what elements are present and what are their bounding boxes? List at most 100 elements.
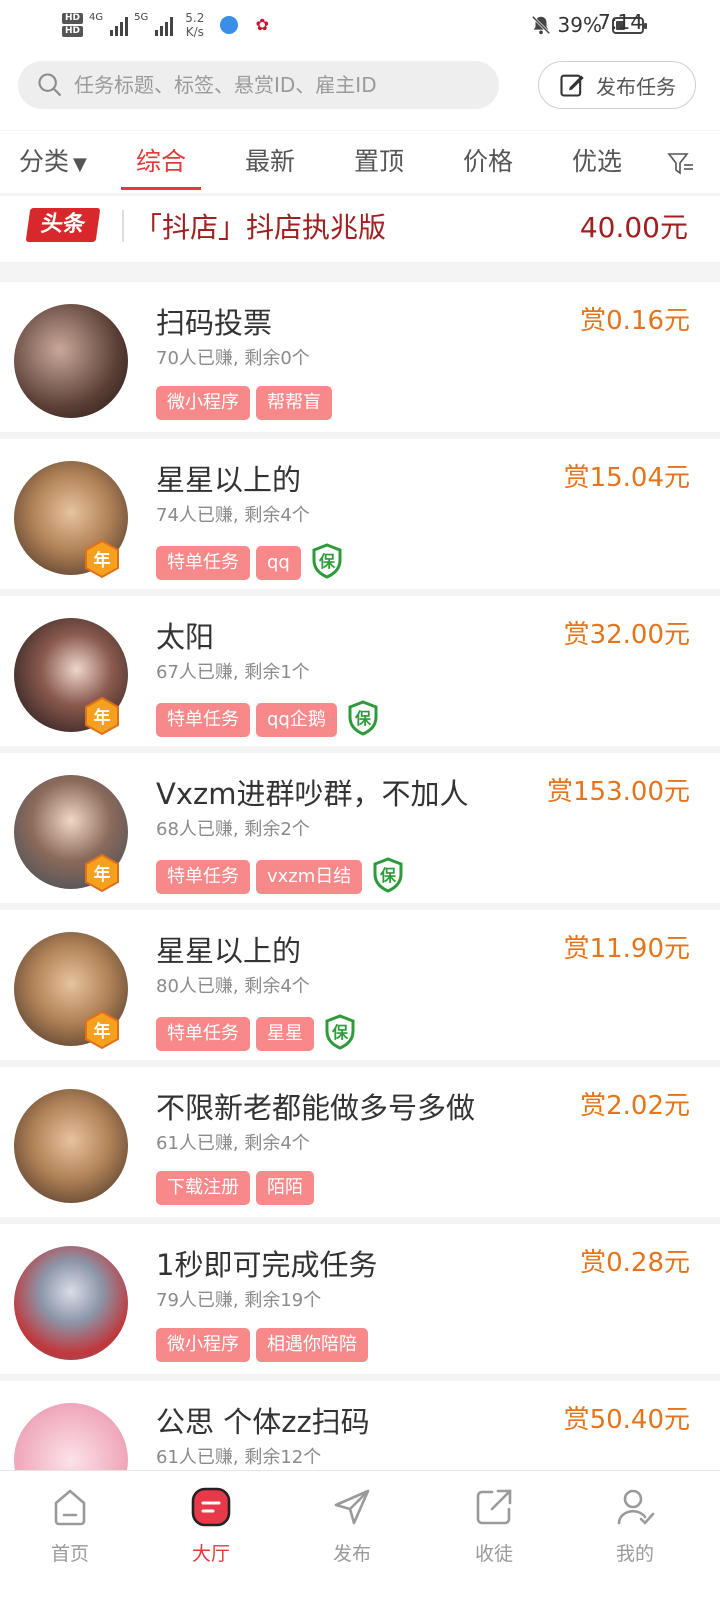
task-stats: 80人已赚, 剩余4个 xyxy=(156,976,310,997)
tab-latest-label: 最新 xyxy=(245,147,296,176)
task-title: 公思 个体zz扫码 xyxy=(156,1405,370,1439)
task-item[interactable]: 不限新老都能做多号多做 61人已赚, 剩余4个 赏2.02元 下载注册 陌陌 xyxy=(0,1067,720,1217)
hd-indicators: HD HD xyxy=(62,13,84,37)
task-title: Vxzm进群吵群，不加人 xyxy=(156,777,469,811)
tab-pinned-label: 置顶 xyxy=(354,147,405,176)
task-stats: 79人已赚, 剩余19个 xyxy=(156,1290,322,1311)
mute-bell-icon xyxy=(531,15,550,35)
task-stats: 70人已赚, 剩余0个 xyxy=(156,348,310,369)
tab-comprehensive[interactable]: 综合 xyxy=(120,131,202,193)
divider xyxy=(122,210,124,242)
task-tag: vxzm日结 xyxy=(256,860,363,894)
task-title: 星星以上的 xyxy=(156,463,302,497)
search-icon xyxy=(38,73,62,97)
task-title: 1秒即可完成任务 xyxy=(156,1248,378,1282)
headline-banner[interactable]: 头条 「抖店」抖店执兆版 40.00元 xyxy=(0,196,720,262)
task-stats: 61人已赚, 剩余12个 xyxy=(156,1447,322,1468)
svg-text:年: 年 xyxy=(94,1021,111,1042)
hall-icon xyxy=(191,1487,231,1527)
tab-category[interactable]: 分类 ▼ xyxy=(19,131,87,193)
task-title: 星星以上的 xyxy=(156,934,302,968)
signal-icon xyxy=(110,14,129,36)
task-tags: 特单任务 qq 保 xyxy=(156,543,343,583)
task-item[interactable]: 扫码投票 70人已赚, 剩余0个 赏0.16元 微小程序 帮帮盲 xyxy=(0,282,720,432)
task-tag: 相遇你陪陪 xyxy=(256,1328,368,1362)
task-reward: 赏32.00元 xyxy=(563,620,690,650)
caret-down-icon: ▼ xyxy=(73,154,87,175)
clock: 7:14 xyxy=(598,10,643,34)
task-tag: 特单任务 xyxy=(156,703,250,737)
headline-badge: 头条 xyxy=(25,208,101,242)
task-stats: 67人已赚, 剩余1个 xyxy=(156,662,310,683)
share-icon xyxy=(476,1489,512,1525)
status-bar: HD HD 4G 5G 5.2 K/s ✿ 39% 7:14 xyxy=(0,0,720,50)
task-tag: 微小程序 xyxy=(156,1328,250,1362)
filter-icon[interactable] xyxy=(667,151,695,177)
avatar xyxy=(14,1246,128,1360)
speed-value: 5.2 xyxy=(185,11,205,25)
search-box[interactable] xyxy=(18,61,499,109)
hd-label-1: HD xyxy=(62,13,84,24)
tab-pinned[interactable]: 置顶 xyxy=(354,131,404,193)
annual-member-badge-icon: 年 xyxy=(82,696,122,736)
task-stats: 74人已赚, 剩余4个 xyxy=(156,505,310,526)
nav-hall[interactable]: 大厅 xyxy=(161,1471,261,1601)
home-icon xyxy=(54,1489,86,1526)
avatar xyxy=(14,1089,128,1203)
tab-price-label: 价格 xyxy=(463,147,514,176)
nav-recruit[interactable]: 收徒 xyxy=(444,1471,544,1601)
search-header: 发布任务 xyxy=(0,50,720,130)
publish-task-label: 发布任务 xyxy=(596,74,676,99)
task-item[interactable]: 年 星星以上的 74人已赚, 剩余4个 赏15.04元特单任务 qq 保 xyxy=(0,439,720,589)
avatar xyxy=(14,304,128,418)
tab-preferred[interactable]: 优选 xyxy=(572,131,622,193)
task-tag: 星星 xyxy=(256,1017,314,1051)
network-4g-label: 4G xyxy=(89,12,104,23)
hd-label-2: HD xyxy=(62,26,84,37)
send-icon xyxy=(334,1489,370,1525)
task-tag: 帮帮盲 xyxy=(256,386,332,420)
nav-home[interactable]: 首页 xyxy=(20,1471,120,1601)
headline-title: 「抖店」抖店执兆版 xyxy=(134,211,387,244)
network-5g-label: 5G xyxy=(134,12,149,23)
bottom-nav: 首页 大厅 发布 收徒 我的 xyxy=(0,1470,720,1601)
task-reward: 赏0.28元 xyxy=(580,1248,690,1278)
task-title: 不限新老都能做多号多做 xyxy=(156,1091,476,1125)
task-tags: 特单任务 qq企鹅保 xyxy=(156,700,379,740)
profile-icon xyxy=(617,1489,655,1525)
task-tag: 下载注册 xyxy=(156,1171,250,1205)
svg-text:保: 保 xyxy=(318,552,336,571)
nav-publish[interactable]: 发布 xyxy=(302,1471,402,1601)
edit-icon xyxy=(560,74,584,97)
signal-icon xyxy=(155,14,174,36)
task-item[interactable]: 1秒即可完成任务 79人已赚, 剩余19个 赏0.28元微小程序 相遇你陪陪 xyxy=(0,1224,720,1374)
unicom-icon: ✿ xyxy=(255,15,270,34)
nav-home-label: 首页 xyxy=(50,1543,89,1565)
guarantee-shield-icon: 保 xyxy=(372,857,404,897)
task-item[interactable]: 年 太阳 67人已赚, 剩余1个 赏32.00元特单任务 qq企鹅保 xyxy=(0,596,720,746)
publish-task-button[interactable]: 发布任务 xyxy=(538,61,696,109)
tab-comprehensive-label: 综合 xyxy=(136,147,187,176)
battery-percent: 39% xyxy=(557,13,602,37)
task-tag: 特单任务 xyxy=(156,860,250,894)
guarantee-shield-icon: 保 xyxy=(311,543,343,583)
search-input[interactable] xyxy=(72,72,476,98)
nav-mine[interactable]: 我的 xyxy=(585,1471,685,1601)
task-title: 太阳 xyxy=(156,620,215,654)
tab-latest[interactable]: 最新 xyxy=(245,131,295,193)
svg-text:年: 年 xyxy=(94,550,111,571)
task-tag: 特单任务 xyxy=(156,546,250,580)
svg-text:保: 保 xyxy=(354,709,372,728)
task-item[interactable]: 年 星星以上的 80人已赚, 剩余4个 赏11.90元 特单任务 星星保 xyxy=(0,910,720,1060)
headline-price: 40.00元 xyxy=(579,211,688,244)
speed-unit: K/s xyxy=(185,25,204,39)
task-reward: 赏0.16元 xyxy=(580,306,690,336)
guarantee-shield-icon: 保 xyxy=(347,700,379,740)
nav-mine-label: 我的 xyxy=(615,1543,654,1565)
tab-price[interactable]: 价格 xyxy=(463,131,513,193)
task-item[interactable]: 年 Vxzm进群吵群，不加人 68人已赚, 剩余2个 赏153.00元 特单任务 vxzm… xyxy=(0,753,720,903)
task-tags: 特单任务 vxzm日结保 xyxy=(156,857,404,897)
status-left: HD HD 4G 5G 5.2 K/s ✿ xyxy=(62,6,272,44)
task-tag: 特单任务 xyxy=(156,1017,250,1051)
task-reward: 赏15.04元 xyxy=(563,463,690,493)
